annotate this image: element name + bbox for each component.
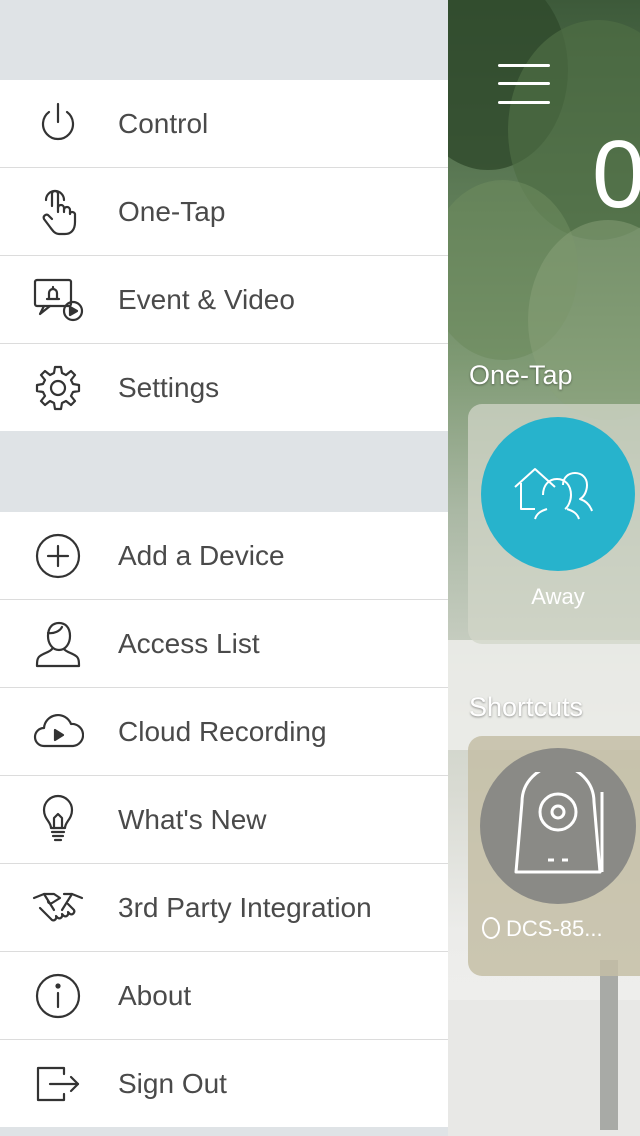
home-screen-background: 0 One-Tap Away Shortcuts DCS-85... xyxy=(448,0,640,1136)
shortcut-label: DCS-85... xyxy=(482,916,603,942)
menu-item-access-list[interactable]: Access List xyxy=(0,600,448,688)
tap-hand-icon xyxy=(30,184,86,240)
menu-item-add-device[interactable]: Add a Device xyxy=(0,512,448,600)
menu-item-cloud-recording[interactable]: Cloud Recording xyxy=(0,688,448,776)
shortcut-device-name: DCS-85... xyxy=(506,916,603,941)
gear-icon xyxy=(30,360,86,416)
menu-item-one-tap[interactable]: One-Tap xyxy=(0,168,448,256)
handshake-icon xyxy=(30,880,86,936)
menu-item-control[interactable]: Control xyxy=(0,80,448,168)
drawer-group-main: Control One-Tap Event & Video Settings xyxy=(0,80,448,431)
header-title: 0 xyxy=(592,121,640,228)
power-icon xyxy=(30,96,86,152)
menu-item-label: Control xyxy=(118,107,209,139)
menu-item-settings[interactable]: Settings xyxy=(0,344,448,431)
camera-device-icon xyxy=(480,748,636,904)
menu-item-whats-new[interactable]: What's New xyxy=(0,776,448,864)
one-tap-section-title: One-Tap xyxy=(469,360,573,390)
menu-item-label: Settings xyxy=(118,371,220,403)
lightbulb-icon xyxy=(30,792,86,848)
menu-item-label: Event & Video xyxy=(118,283,295,315)
sign-out-icon xyxy=(30,1056,86,1112)
event-video-icon xyxy=(30,272,86,328)
user-icon xyxy=(30,616,86,672)
menu-item-label: One-Tap xyxy=(118,195,226,227)
away-button[interactable] xyxy=(481,417,635,571)
menu-item-label: Sign Out xyxy=(118,1067,227,1099)
menu-item-label: What's New xyxy=(118,803,267,835)
menu-item-third-party[interactable]: 3rd Party Integration xyxy=(0,864,448,952)
menu-item-event-video[interactable]: Event & Video xyxy=(0,256,448,344)
plus-circle-icon xyxy=(30,528,86,584)
one-tap-card-away[interactable]: Away xyxy=(468,404,640,644)
menu-item-about[interactable]: About xyxy=(0,952,448,1040)
away-label: Away xyxy=(531,584,585,609)
shortcut-card-camera[interactable]: DCS-85... xyxy=(468,736,640,976)
info-icon xyxy=(30,968,86,1024)
menu-item-label: 3rd Party Integration xyxy=(118,891,372,923)
location-pin-icon xyxy=(482,917,500,939)
menu-item-sign-out[interactable]: Sign Out xyxy=(0,1040,448,1127)
cloud-play-icon xyxy=(30,704,86,760)
navigation-drawer: Control One-Tap Event & Video Settings A… xyxy=(0,0,448,1136)
menu-item-label: Access List xyxy=(118,627,260,659)
hamburger-menu-icon[interactable] xyxy=(498,62,550,106)
menu-item-label: Cloud Recording xyxy=(118,715,327,747)
menu-item-label: Add a Device xyxy=(118,539,285,571)
shortcuts-section-title: Shortcuts xyxy=(469,692,584,722)
drawer-group-secondary: Add a Device Access List Cloud Recording… xyxy=(0,512,448,1127)
menu-item-label: About xyxy=(118,979,192,1011)
